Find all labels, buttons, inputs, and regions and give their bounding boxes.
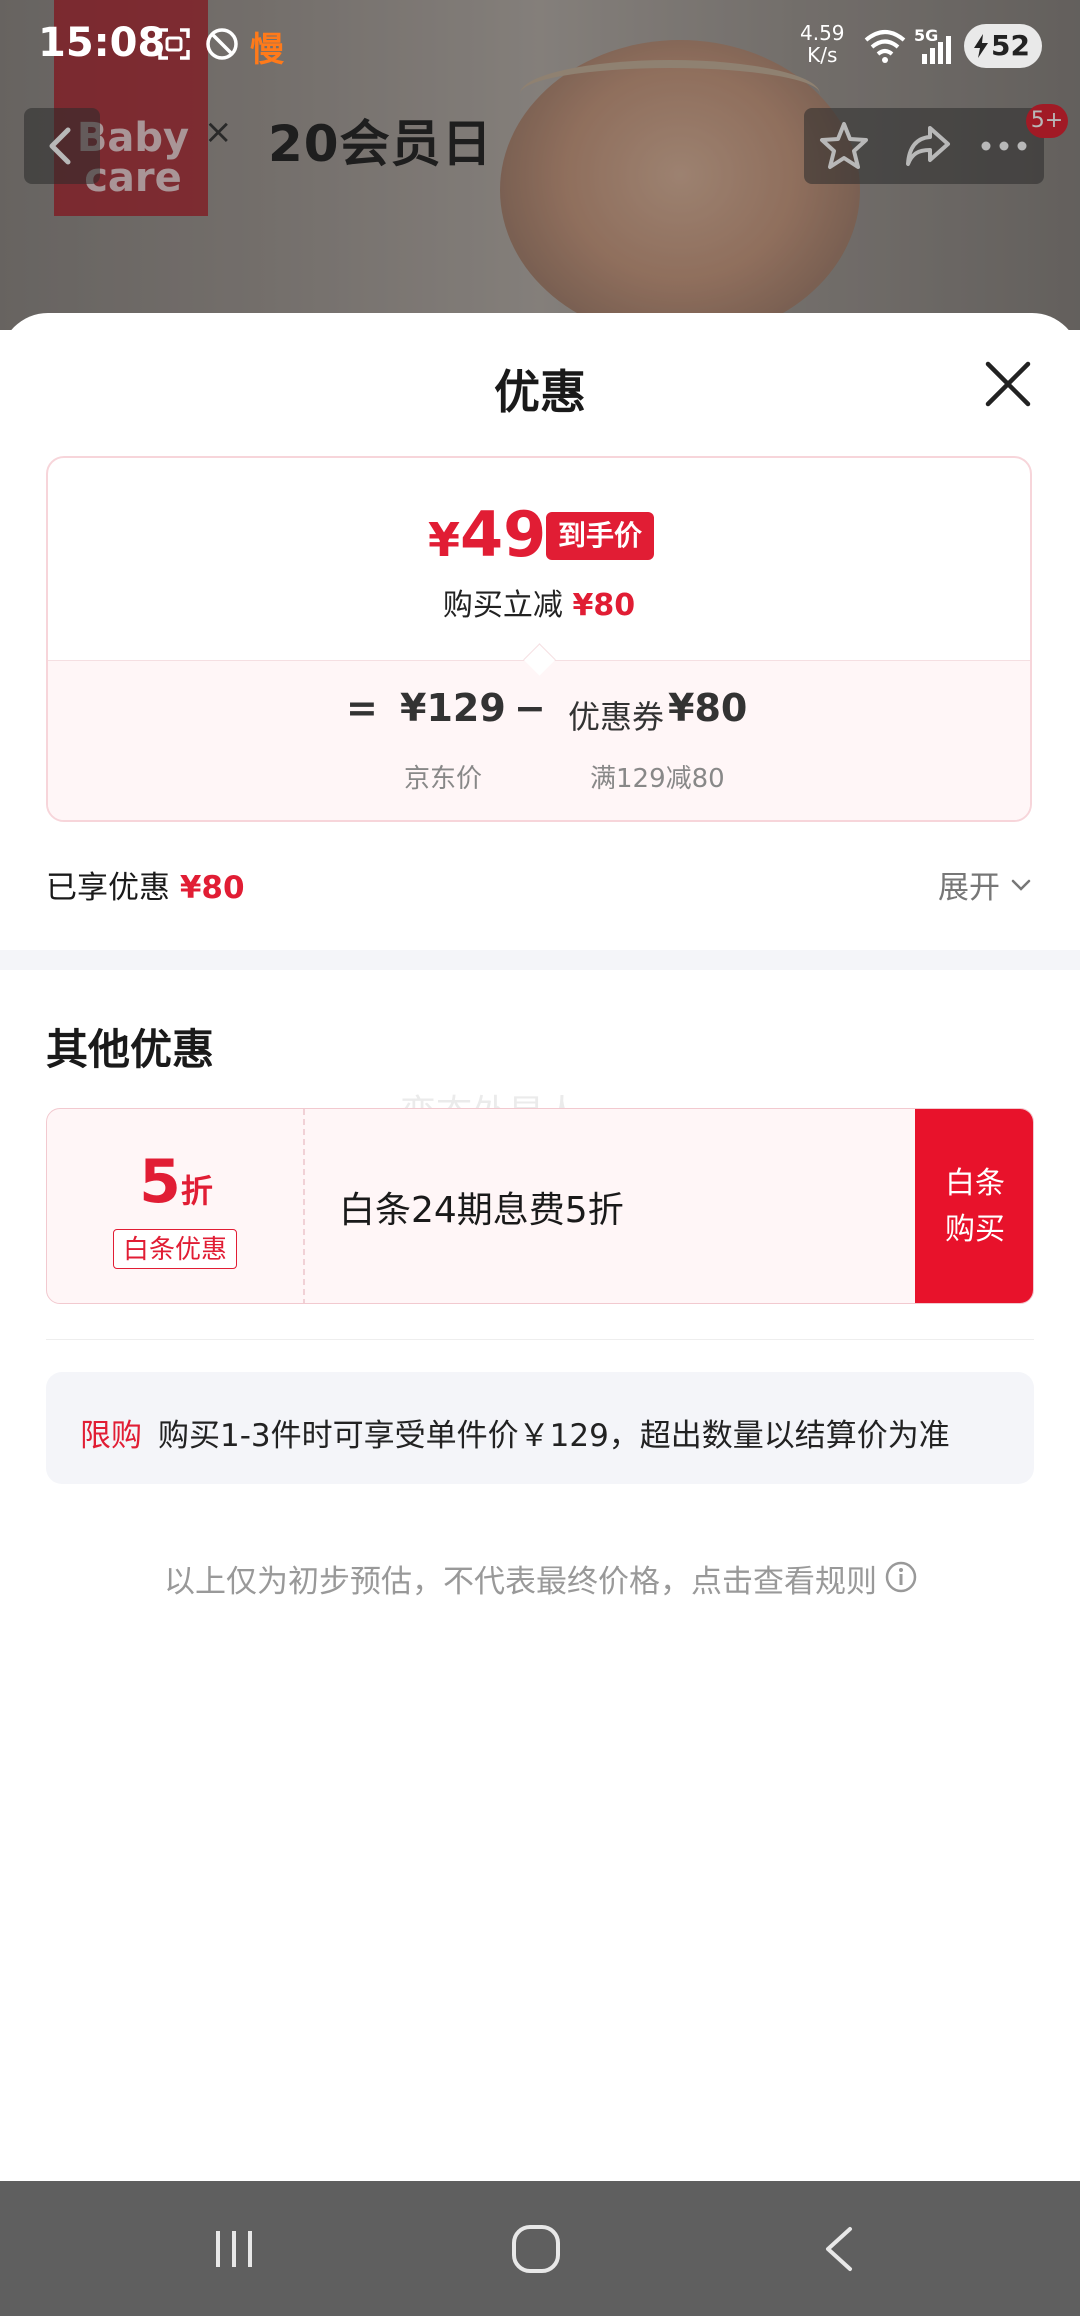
final-price-tag: 到手价	[546, 512, 655, 560]
status-bar: 15:08 慢 4.59 K/s 5G 52	[0, 0, 1080, 90]
battery-indicator: 52	[964, 24, 1042, 68]
offer-discount: 5折	[139, 1147, 213, 1217]
chevron-down-icon[interactable]	[1010, 874, 1032, 896]
instant-reduce: 购买立减 ¥80	[442, 588, 636, 623]
home-icon[interactable]	[508, 2221, 564, 2277]
nav-back-icon[interactable]	[812, 2221, 868, 2277]
limit-text: 购买1-3件时可享受单件价￥129，超出数量以结算价为准	[158, 1418, 950, 1454]
coupon-label: 优惠券	[568, 698, 665, 736]
price-formula-area	[48, 660, 1030, 820]
baitiao-buy-button[interactable]: 白条 购买	[915, 1109, 1033, 1303]
wifi-icon	[864, 30, 906, 63]
close-icon[interactable]	[980, 356, 1036, 412]
sheet-title: 优惠	[494, 365, 586, 419]
status-time: 15:08	[38, 20, 166, 66]
price-breakdown-card: ¥49 到手价 购买立减 ¥80 = ¥129 − 优惠券 ¥80 京东价 满1…	[46, 456, 1032, 822]
signal-icon	[922, 36, 951, 64]
jd-price-caption: 京东价	[404, 764, 483, 794]
network-speed: 4.59 K/s	[800, 21, 845, 67]
system-nav-bar	[0, 2181, 1080, 2316]
info-icon[interactable]	[884, 1560, 918, 1594]
coupon-caption: 满129减80	[590, 764, 725, 794]
offer-description: 白条24期息费5折	[339, 1190, 624, 1231]
divider	[46, 1339, 1034, 1340]
offer-tag: 白条优惠	[113, 1229, 237, 1269]
slow-mode-indicator: 慢	[250, 30, 284, 70]
section-divider	[0, 950, 1080, 970]
expand-button[interactable]: 展开	[938, 862, 1000, 907]
no-disturb-icon	[206, 28, 238, 60]
recent-apps-icon[interactable]	[206, 2221, 262, 2277]
price-rule-note[interactable]: 以上仅为初步预估，不代表最终价格，点击查看规则	[164, 1556, 877, 1601]
offer-card-baitiao: 5折 白条优惠 白条24期息费5折 白条 购买	[46, 1108, 1034, 1304]
formula-minus: −	[514, 686, 546, 730]
jd-price-value: ¥129	[400, 686, 506, 730]
formula-equals: =	[346, 686, 378, 730]
coupon-value: ¥80	[668, 686, 748, 730]
purchase-limit-notice: 限购 购买1-3件时可享受单件价￥129，超出数量以结算价为准	[46, 1372, 1034, 1484]
offer-discount-column: 5折 白条优惠	[47, 1109, 305, 1303]
final-price: ¥49	[428, 498, 547, 571]
other-offers-title: 其他优惠	[46, 1025, 215, 1074]
screenshot-icon	[158, 28, 190, 60]
limit-tag: 限购	[80, 1418, 142, 1454]
battery-icon	[974, 34, 988, 58]
enjoyed-discount: 已享优惠 ¥80	[46, 870, 245, 906]
